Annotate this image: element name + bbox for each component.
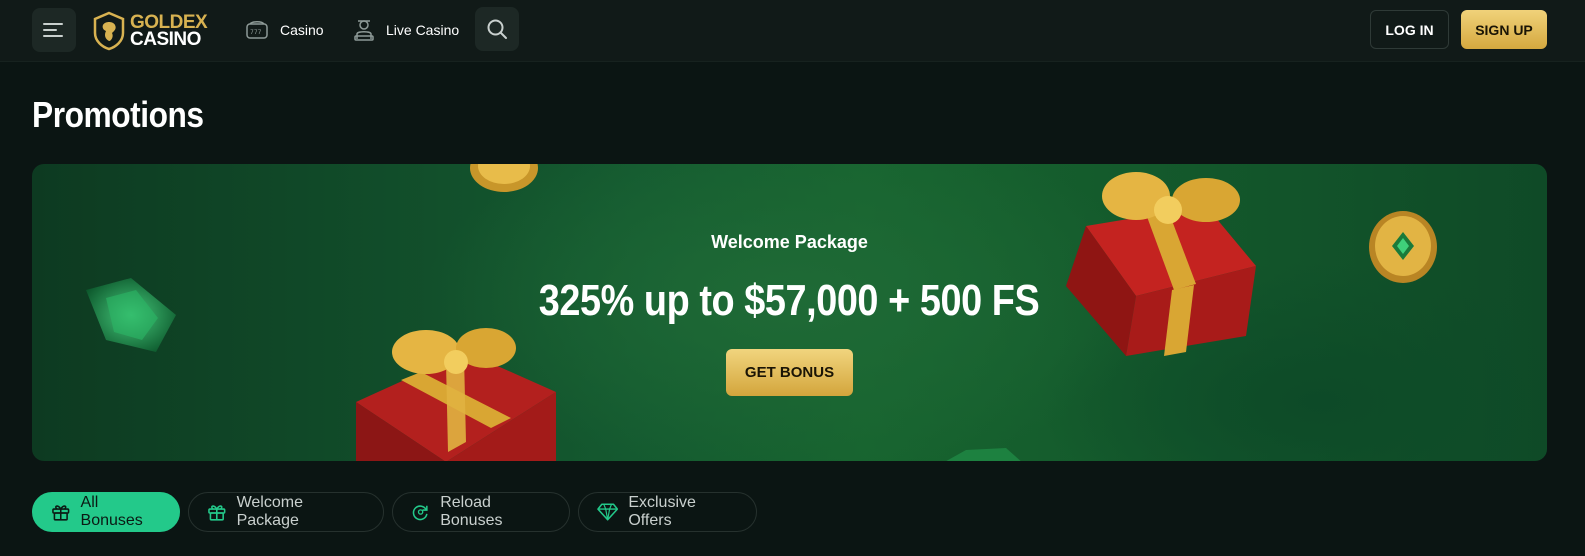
gift-box-decoration-icon (356, 328, 556, 461)
tab-welcome-package[interactable]: Welcome Package (188, 492, 384, 532)
tab-label: Exclusive Offers (628, 494, 696, 529)
search-button[interactable] (475, 7, 519, 51)
get-bonus-button[interactable]: GET BONUS (726, 349, 853, 396)
goldex-logo[interactable]: GOLDEX CASINO (92, 10, 208, 52)
tab-exclusive-offers[interactable]: Exclusive Offers (578, 492, 757, 532)
nav-casino[interactable]: 777 Casino (246, 14, 324, 46)
welcome-banner: Welcome Package 325% up to $57,000 + 500… (32, 164, 1547, 461)
hamburger-menu-icon (43, 23, 63, 37)
logo-text-bottom: CASINO (130, 29, 201, 50)
reload-icon (412, 505, 428, 521)
emerald-decoration-icon (946, 448, 1021, 461)
gold-coin-decoration-icon (470, 164, 538, 192)
banner-subtitle: Welcome Package (711, 232, 868, 252)
slot-machine-icon: 777 (246, 21, 268, 39)
gift-icon (52, 505, 70, 521)
nav-live-casino[interactable]: Live Casino (354, 14, 459, 46)
gift-box-decoration-icon (1066, 172, 1256, 356)
dealer-icon (354, 20, 374, 41)
nav-casino-label: Casino (280, 22, 324, 38)
signup-button[interactable]: SIGN UP (1461, 10, 1547, 49)
banner-headline: 325% up to $57,000 + 500 FS (32, 276, 1547, 326)
nav-live-casino-label: Live Casino (386, 22, 460, 38)
banner-headline-text: 325% up to $57,000 + 500 FS (539, 276, 1040, 325)
diamond-icon (597, 503, 619, 521)
tab-label: All Bonuses (80, 494, 143, 529)
tab-label: Welcome Package (236, 494, 303, 529)
svg-text:777: 777 (250, 29, 262, 36)
tab-label: Reload Bonuses (440, 494, 503, 529)
gift-icon (208, 505, 226, 521)
lion-shield-icon (93, 11, 125, 51)
search-icon (487, 19, 507, 39)
login-button[interactable]: LOG IN (1370, 10, 1449, 49)
tab-all-bonuses[interactable]: All Bonuses (32, 492, 180, 532)
page-title: Promotions (32, 94, 204, 135)
tab-reload-bonuses[interactable]: Reload Bonuses (392, 492, 570, 532)
top-header: GOLDEX CASINO 777 Casino Live Casino LOG… (0, 0, 1585, 62)
menu-button[interactable] (32, 8, 76, 52)
